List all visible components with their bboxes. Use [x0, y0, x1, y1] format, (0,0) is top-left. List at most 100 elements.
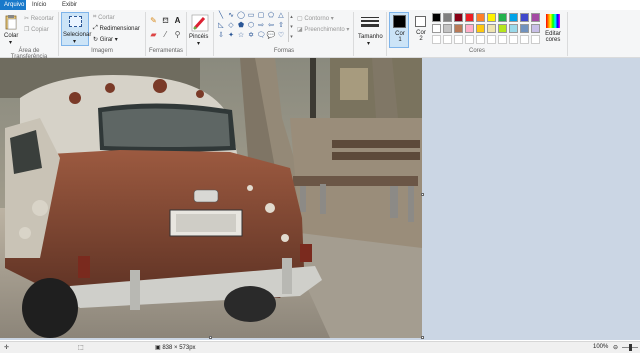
- shapes-scrollbar[interactable]: ▴ ▾ ▾: [288, 12, 294, 42]
- color-swatch[interactable]: [443, 35, 452, 44]
- arrow-left-shape-icon[interactable]: ⇦: [266, 22, 276, 30]
- color1-button[interactable]: Cor 1: [389, 12, 409, 48]
- color-swatch[interactable]: [465, 35, 474, 44]
- curve-shape-icon[interactable]: ∿: [226, 12, 236, 20]
- outline-icon: ▢: [297, 16, 303, 22]
- rectangle-shape-icon[interactable]: ▭: [246, 12, 256, 20]
- diamond-shape-icon[interactable]: ◇: [226, 22, 236, 30]
- color-swatch[interactable]: [432, 35, 441, 44]
- resize-icon: ⤢: [93, 25, 98, 31]
- color-swatch[interactable]: [487, 24, 496, 33]
- magnifier-icon[interactable]: ⚲: [173, 30, 182, 39]
- crop-button[interactable]: ⌗ Cortar: [93, 14, 115, 21]
- triangle-shape-icon[interactable]: △: [276, 12, 286, 20]
- color-swatch[interactable]: [465, 24, 474, 33]
- color-picker-icon[interactable]: ⁄: [161, 30, 170, 39]
- outline-dropdown[interactable]: ▢ Contorno ▾: [297, 15, 334, 22]
- color-swatch[interactable]: [498, 35, 507, 44]
- edit-colors-label: Editar cores: [545, 31, 561, 43]
- resize-button[interactable]: ⤢ Redimensionar: [93, 25, 140, 32]
- color-swatch[interactable]: [509, 24, 518, 33]
- color-swatch[interactable]: [443, 24, 452, 33]
- star5-shape-icon[interactable]: ☆: [236, 32, 246, 40]
- star6-shape-icon[interactable]: ✡: [246, 32, 256, 40]
- brushes-button[interactable]: Pincéis ▾: [189, 12, 211, 54]
- color-swatch[interactable]: [509, 35, 518, 44]
- color-swatch[interactable]: [531, 13, 540, 22]
- shapes-gallery: ╲ ∿ ◯ ▭ ▢ ⬠ △ ◺ ◇ ⬟ ⬡ ⇨ ⇦ ⇧ ⇩ ✦ ☆ ✡ 🗨 💬 …: [216, 12, 300, 46]
- color-swatch[interactable]: [498, 24, 507, 33]
- oval-shape-icon[interactable]: ◯: [236, 12, 246, 20]
- callout-oval-shape-icon[interactable]: 💬: [266, 32, 276, 40]
- image-group-label: Imagem: [91, 48, 113, 54]
- resize-label: Redimensionar: [99, 26, 140, 33]
- color-swatch[interactable]: [432, 24, 441, 33]
- image-dimensions: 838 × 573px: [162, 345, 196, 351]
- color-swatch[interactable]: [487, 35, 496, 44]
- fill-label: Preenchimento: [304, 27, 345, 33]
- rotate-button[interactable]: ↻ Girar ▾: [93, 36, 118, 43]
- tab-home[interactable]: Início: [28, 0, 50, 10]
- canvas[interactable]: [0, 58, 422, 338]
- color-swatch[interactable]: [531, 35, 540, 44]
- status-bar: ✛ ⬚ ▣ 838 × 573px 100% ⊖: [0, 341, 640, 353]
- ribbon: Colar ▾ ✂ Recortar ❐ Copiar Área de Tran…: [0, 10, 640, 60]
- right-triangle-shape-icon[interactable]: ◺: [216, 22, 226, 30]
- image-size-item: ▣ 838 × 573px: [155, 344, 196, 351]
- color-swatch[interactable]: [520, 13, 529, 22]
- color-swatch[interactable]: [487, 13, 496, 22]
- eraser-icon[interactable]: ▰: [149, 30, 158, 39]
- brush-icon: [191, 14, 209, 32]
- outline-label: Contorno: [304, 16, 330, 22]
- hexagon-shape-icon[interactable]: ⬡: [246, 22, 256, 30]
- pentagon-shape-icon[interactable]: ⬟: [236, 22, 246, 30]
- chevron-down-icon: ▾: [367, 41, 371, 47]
- color-swatch[interactable]: [509, 13, 518, 22]
- color-swatch[interactable]: [476, 35, 485, 44]
- tab-file[interactable]: Arquivo: [0, 0, 26, 10]
- callout-rect-shape-icon[interactable]: 🗨: [256, 32, 266, 40]
- size-button[interactable]: Tamanho ▾: [356, 12, 384, 54]
- select-button[interactable]: Selecionar ▾: [61, 12, 91, 46]
- edit-colors-button[interactable]: Editar cores: [542, 12, 564, 48]
- selection-size-icon: ⬚: [78, 345, 84, 351]
- color-swatch[interactable]: [520, 35, 529, 44]
- fill-dropdown[interactable]: ◪ Preenchimento ▾: [297, 26, 349, 33]
- cursor-position-icon: ✛: [4, 345, 10, 351]
- color-swatch[interactable]: [465, 13, 474, 22]
- pencil-icon[interactable]: ✎: [149, 16, 158, 25]
- canvas-resize-handle-bottom[interactable]: [209, 336, 212, 339]
- colors-group-label: Cores: [468, 48, 485, 54]
- canvas-resize-handle-corner[interactable]: [421, 336, 424, 339]
- color-swatch[interactable]: [454, 24, 463, 33]
- color-swatch[interactable]: [454, 13, 463, 22]
- arrow-down-shape-icon[interactable]: ⇩: [216, 32, 226, 40]
- copy-label: Copiar: [31, 27, 49, 34]
- color-swatch[interactable]: [432, 13, 441, 22]
- color2-button[interactable]: Cor 2: [411, 12, 431, 48]
- rounded-rectangle-shape-icon[interactable]: ▢: [256, 12, 266, 20]
- zoom-slider-thumb[interactable]: [629, 344, 632, 351]
- text-icon[interactable]: A: [173, 16, 182, 25]
- heart-shape-icon[interactable]: ♡: [276, 32, 286, 40]
- cut-button[interactable]: ✂ Recortar: [24, 15, 54, 22]
- star4-shape-icon[interactable]: ✦: [226, 32, 236, 40]
- paste-button[interactable]: Colar ▾: [2, 12, 20, 46]
- tab-view[interactable]: Exibir: [58, 0, 81, 10]
- color-swatch[interactable]: [443, 13, 452, 22]
- color-swatch[interactable]: [498, 13, 507, 22]
- polygon-shape-icon[interactable]: ⬠: [266, 12, 276, 20]
- chevron-down-icon: ▾: [9, 40, 13, 46]
- line-shape-icon[interactable]: ╲: [216, 12, 226, 20]
- copy-button[interactable]: ❐ Copiar: [24, 26, 49, 33]
- arrow-right-shape-icon[interactable]: ⇨: [256, 22, 266, 30]
- color-swatch[interactable]: [476, 24, 485, 33]
- canvas-resize-handle-right[interactable]: [421, 193, 424, 196]
- color-swatch[interactable]: [520, 24, 529, 33]
- color-swatch[interactable]: [476, 13, 485, 22]
- zoom-out-button[interactable]: ⊖: [613, 344, 618, 351]
- arrow-up-shape-icon[interactable]: ⇧: [276, 22, 286, 30]
- color-swatch[interactable]: [454, 35, 463, 44]
- fill-bucket-icon[interactable]: ⛾: [161, 16, 170, 25]
- color-swatch[interactable]: [531, 24, 540, 33]
